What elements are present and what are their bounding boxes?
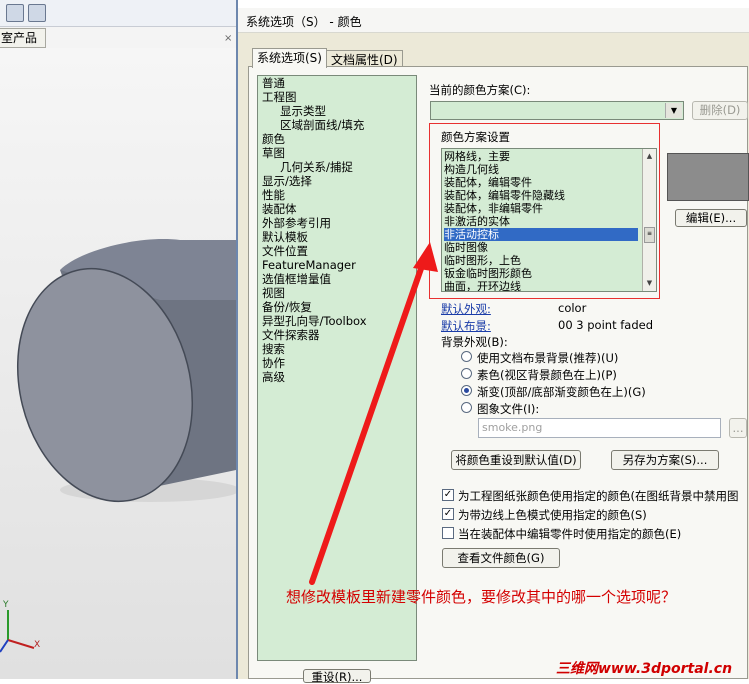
annotation-text: 想修改模板里新建零件颜色，要修改其中的哪一个选项呢？ xyxy=(286,588,677,606)
watermark: 三维网www.3dportal.cn xyxy=(556,661,733,677)
tab-system-options[interactable]: 系统选项(S) xyxy=(252,48,327,68)
annotation-arrow xyxy=(309,242,438,585)
